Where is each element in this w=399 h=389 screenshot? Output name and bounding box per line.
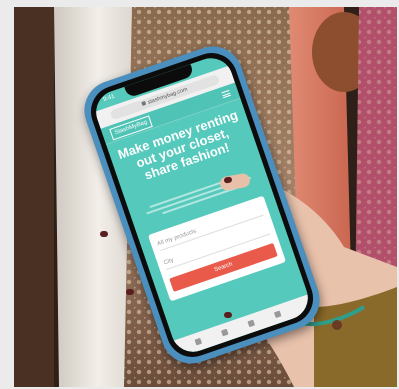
fingernail-bottom: [224, 312, 232, 318]
hamburger-menu-icon[interactable]: [221, 89, 231, 99]
tabs-icon[interactable]: [273, 310, 282, 319]
fingernail-left-2: [126, 289, 134, 295]
status-time: 9:41: [102, 93, 116, 104]
share-icon[interactable]: [220, 328, 229, 337]
back-icon[interactable]: [194, 337, 203, 346]
fingernail-left-1: [100, 231, 108, 237]
lock-icon: [141, 100, 147, 106]
bracelet-charm: [332, 320, 342, 330]
bookmark-icon[interactable]: [247, 319, 256, 328]
left-garment: [14, 7, 54, 387]
photo-scene: 9:41 stashmybag.com StashMyBag Make mone…: [14, 7, 397, 387]
